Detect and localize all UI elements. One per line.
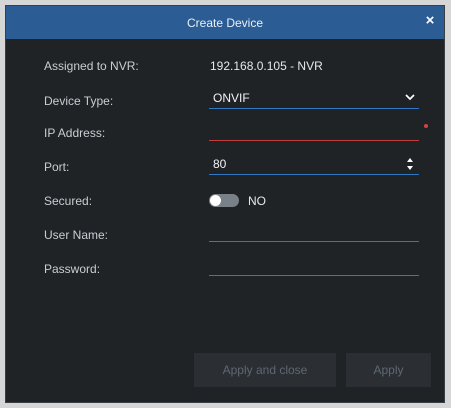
password-label: Password: [44,262,101,276]
ip-address-input[interactable] [209,121,419,141]
device-type-label: Device Type: [44,94,114,108]
secured-state-label: NO [248,194,266,208]
port-value: 80 [213,157,227,171]
apply-and-close-button[interactable]: Apply and close [194,353,336,387]
device-type-select[interactable]: ONVIF [209,89,419,109]
assigned-to-nvr-value: 192.168.0.105 - NVR [210,59,323,73]
required-indicator [424,124,428,128]
device-type-value: ONVIF [213,91,250,105]
toggle-knob [210,195,221,206]
secured-toggle[interactable] [209,194,239,207]
create-device-dialog: Create Device × Assigned to NVR: 192.168… [5,5,445,403]
user-name-label: User Name: [44,228,109,242]
dialog-titlebar: Create Device × [6,6,444,39]
spinner-icon[interactable] [406,156,414,172]
chevron-down-icon [405,94,415,101]
apply-button[interactable]: Apply [346,353,431,387]
port-label: Port: [44,160,70,174]
ip-address-label: IP Address: [44,126,106,140]
password-input[interactable] [209,256,419,276]
port-input[interactable]: 80 [209,155,419,175]
user-name-input[interactable] [209,222,419,242]
close-icon[interactable]: × [422,13,438,29]
assigned-to-nvr-label: Assigned to NVR: [44,59,139,73]
secured-label: Secured: [44,194,93,208]
dialog-title: Create Device [186,16,264,30]
